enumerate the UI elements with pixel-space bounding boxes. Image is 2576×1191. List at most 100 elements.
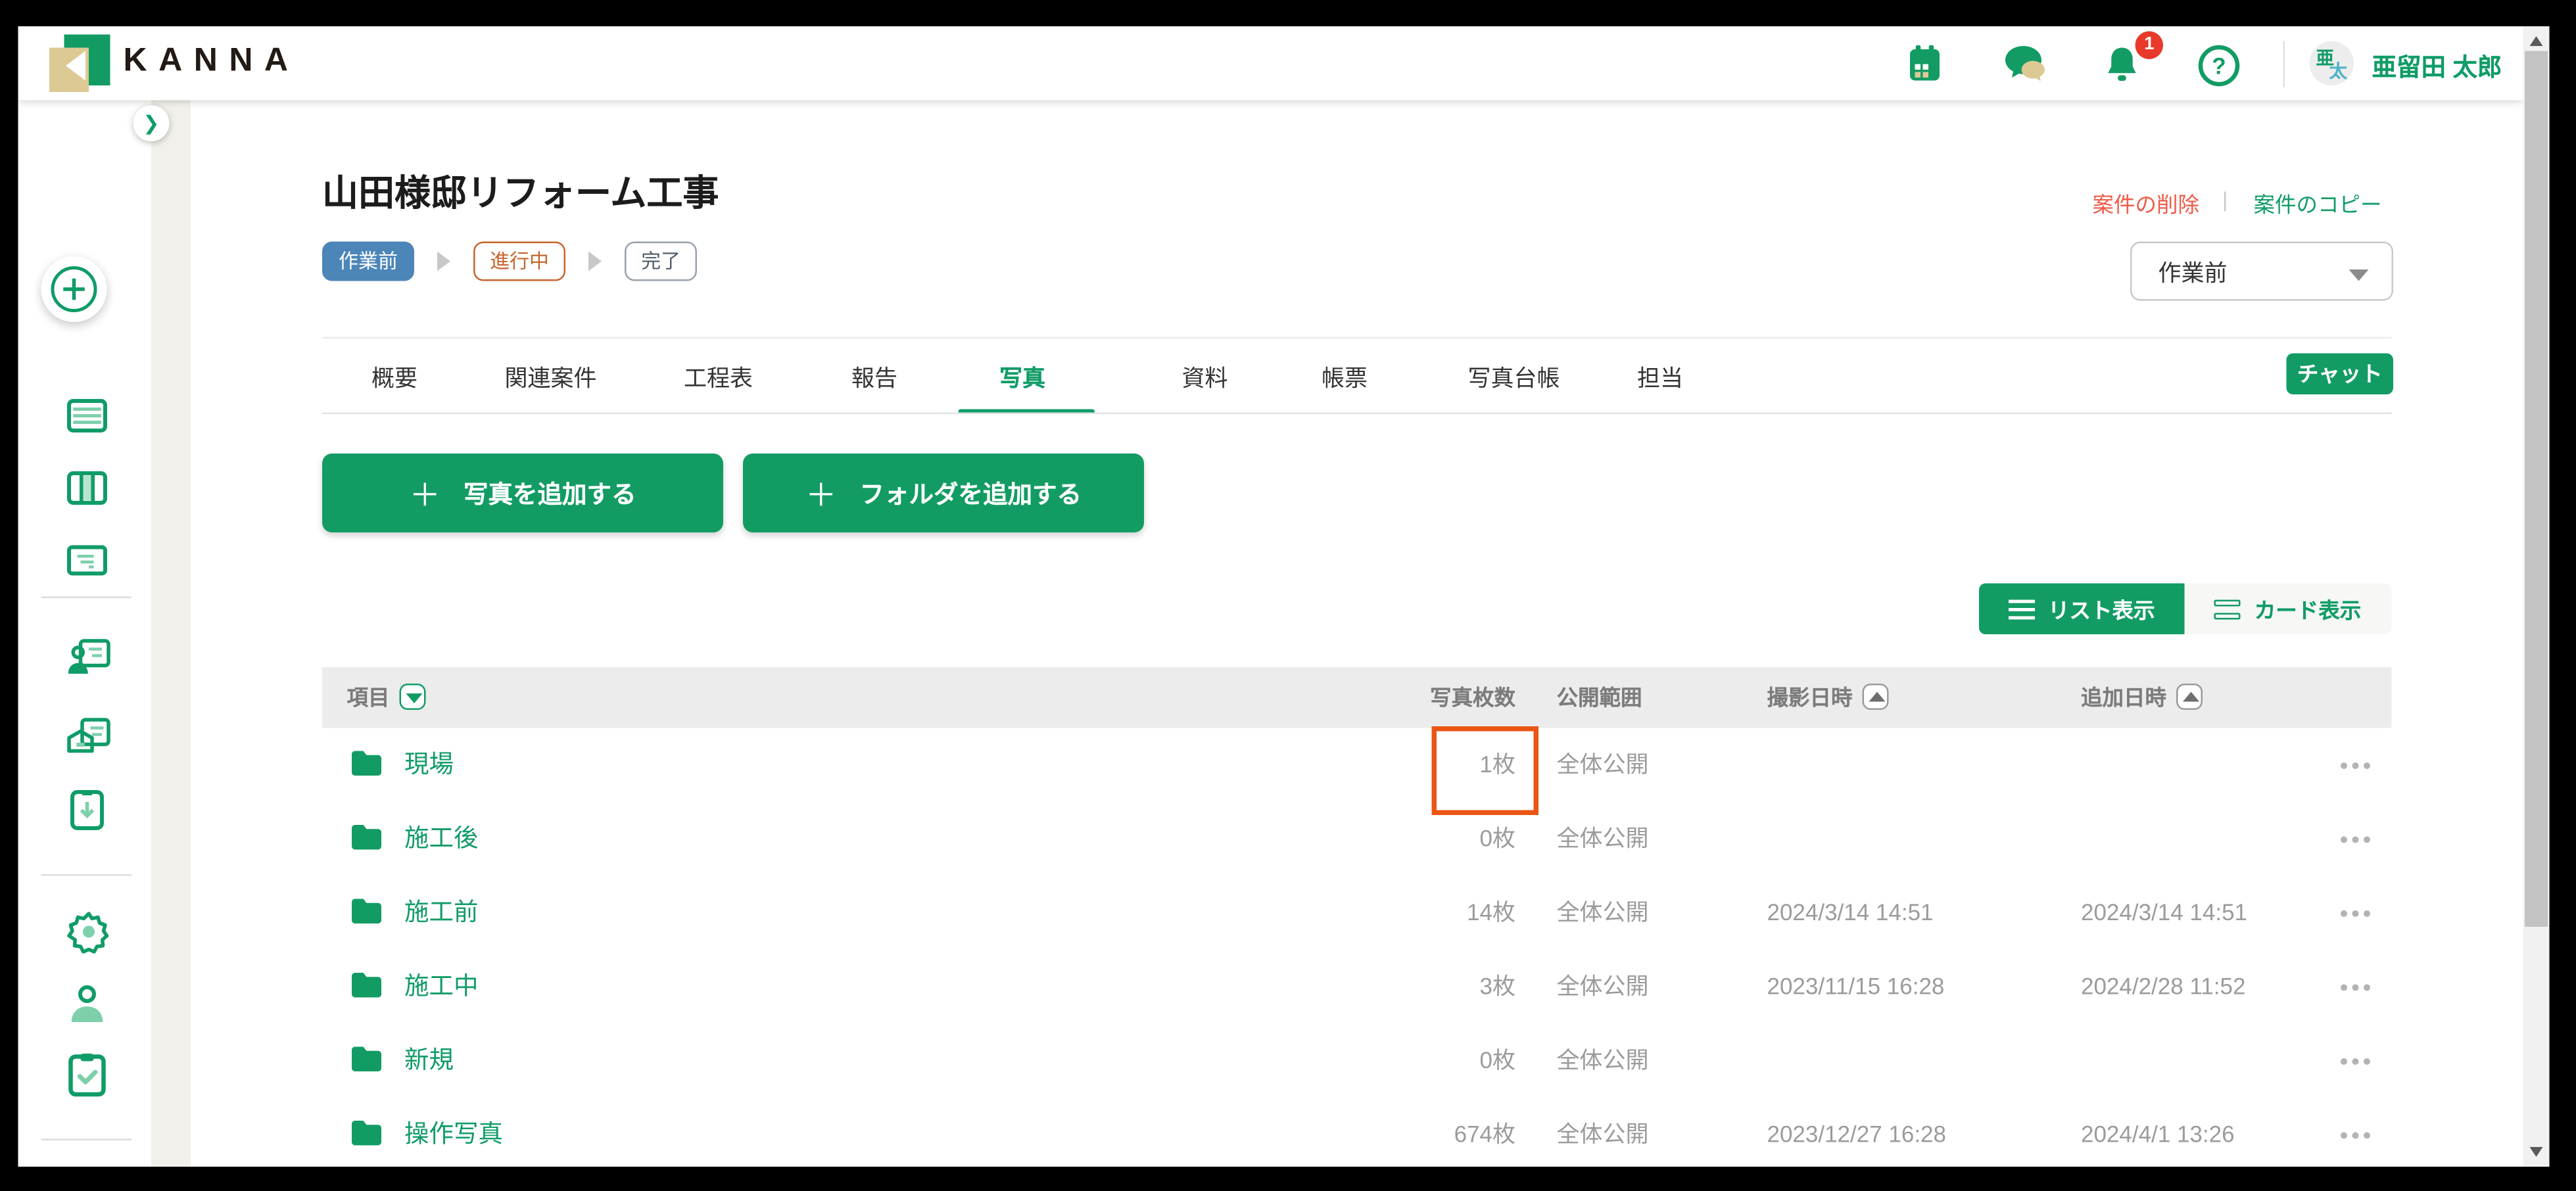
- avatar[interactable]: 亜 太: [2310, 41, 2354, 86]
- photo-count: 3枚: [1480, 950, 1515, 1024]
- sidebar-gutter: [151, 101, 191, 1167]
- chat-icon[interactable]: [2004, 45, 2043, 84]
- vertical-scrollbar[interactable]: [2523, 26, 2550, 1167]
- table-row: 施工中 3枚 全体公開 2023/11/15 16:28 2024/2/28 1…: [322, 950, 2392, 1025]
- folder-name-link[interactable]: 施工前: [404, 876, 479, 950]
- column-header-added-at: 追加日時: [2081, 667, 2166, 728]
- sidebar-item-tasks[interactable]: [66, 1052, 108, 1094]
- folder-name-link[interactable]: 操作写真: [404, 1098, 503, 1167]
- tab-overview[interactable]: 概要: [371, 362, 417, 394]
- status-dropdown[interactable]: 作業前: [2130, 242, 2393, 301]
- scroll-up-arrow-icon[interactable]: [2530, 36, 2543, 46]
- tab-assignees[interactable]: 担当: [1637, 362, 1683, 394]
- photo-count: 0枚: [1480, 1024, 1515, 1098]
- visibility: 全体公開: [1557, 950, 1649, 1024]
- app-window: KANNA: [18, 26, 2550, 1167]
- row-menu-button[interactable]: [2336, 950, 2371, 1024]
- photo-count: 674枚: [1454, 1098, 1515, 1167]
- row-menu-button[interactable]: [2336, 1098, 2371, 1167]
- notification-badge: 1: [2135, 32, 2164, 60]
- status-step-done[interactable]: 完了: [625, 242, 697, 281]
- download-icon: [66, 789, 108, 831]
- plus-icon: ＋: [805, 471, 837, 515]
- sort-button-added-at[interactable]: [2176, 684, 2203, 710]
- sidebar-item-report[interactable]: [66, 539, 108, 582]
- column-header-taken-at: 撮影日時: [1767, 667, 1853, 728]
- sidebar-item-profile[interactable]: [66, 983, 108, 1025]
- tab-reports[interactable]: 報告: [851, 362, 897, 394]
- taken-at: 2024/3/14 14:51: [1767, 876, 1934, 950]
- folder-name-link[interactable]: 新規: [404, 1024, 454, 1098]
- help-icon[interactable]: ?: [2198, 45, 2237, 84]
- status-step-before-work[interactable]: 作業前: [322, 242, 414, 281]
- added-at: 2024/4/1 13:26: [2081, 1098, 2235, 1167]
- tab-schedule[interactable]: 工程表: [684, 362, 753, 394]
- columns-icon: [66, 467, 108, 509]
- sort-desc-icon: [406, 693, 423, 703]
- sidebar-item-settings[interactable]: [66, 909, 108, 952]
- add-photo-button[interactable]: ＋ 写真を追加する: [322, 454, 723, 532]
- copy-case-link[interactable]: 案件のコピー: [2254, 187, 2382, 219]
- chat-button[interactable]: チャット: [2287, 354, 2394, 395]
- sidebar-item-app-download[interactable]: [66, 789, 108, 831]
- kanna-logo-icon[interactable]: [49, 35, 110, 93]
- sidebar: [18, 101, 152, 1167]
- visibility: 全体公開: [1557, 1098, 1649, 1167]
- sidebar-item-board-view[interactable]: [66, 467, 108, 509]
- row-menu-button[interactable]: [2336, 1024, 2371, 1098]
- folder-icon: [350, 749, 383, 778]
- column-header-visibility: 公開範囲: [1557, 667, 1642, 728]
- sidebar-item-partner-companies[interactable]: [66, 716, 108, 759]
- scrollbar-thumb[interactable]: [2525, 51, 2548, 927]
- column-header-photo-count: 写真枚数: [1430, 667, 1515, 728]
- tab-photos[interactable]: 写真: [999, 362, 1045, 394]
- row-menu-button[interactable]: [2336, 876, 2371, 950]
- folder-icon: [350, 1119, 383, 1148]
- list-icon: [66, 394, 108, 437]
- page-title: 山田様邸リフォーム工事: [322, 164, 719, 217]
- tab-forms[interactable]: 帳票: [1322, 362, 1368, 394]
- kanna-logo-text[interactable]: KANNA: [124, 43, 300, 81]
- sort-button-taken-at[interactable]: [1863, 684, 1889, 710]
- add-folder-button[interactable]: ＋ フォルダを追加する: [743, 454, 1144, 532]
- sidebar-divider: [41, 1139, 132, 1141]
- link-separator: |: [2222, 187, 2228, 212]
- card-view-button[interactable]: カード表示: [2185, 584, 2392, 635]
- sort-button-item[interactable]: [400, 684, 426, 710]
- row-menu-button[interactable]: [2336, 802, 2371, 876]
- sidebar-expand-button[interactable]: ❯: [133, 105, 170, 141]
- column-header-item: 項目: [347, 667, 390, 728]
- folder-name-link[interactable]: 現場: [404, 728, 454, 803]
- sidebar-item-customers[interactable]: [66, 638, 108, 680]
- calendar-icon[interactable]: [1905, 45, 1945, 84]
- status-steps: 作業前 進行中 完了: [322, 242, 697, 281]
- visibility: 全体公開: [1557, 876, 1649, 950]
- list-view-icon: [2009, 599, 2035, 619]
- user-name[interactable]: 亜留田 太郎: [2372, 49, 2502, 84]
- sidebar-item-case-list[interactable]: [66, 394, 108, 437]
- row-menu-button[interactable]: [2336, 728, 2371, 803]
- folder-name-link[interactable]: 施工後: [404, 802, 479, 876]
- scroll-down-arrow-icon[interactable]: [2530, 1147, 2543, 1157]
- screen: KANNA: [0, 0, 2576, 1191]
- folder-icon: [350, 1045, 383, 1073]
- visibility: 全体公開: [1557, 728, 1649, 803]
- folder-icon: [350, 971, 383, 1000]
- tab-photo-ledger[interactable]: 写真台帳: [1468, 362, 1560, 394]
- customer-card-icon: [66, 638, 112, 680]
- visibility: 全体公開: [1557, 802, 1649, 876]
- card-view-icon: [2215, 599, 2241, 619]
- sort-asc-icon: [2183, 692, 2199, 702]
- delete-case-link[interactable]: 案件の削除: [2093, 187, 2200, 219]
- tabbar-top-border: [322, 337, 2392, 339]
- user-icon: [66, 983, 108, 1025]
- tabbar-bottom-border: [322, 413, 2392, 415]
- tab-related-cases[interactable]: 関連案件: [505, 362, 597, 394]
- tab-documents[interactable]: 資料: [1182, 362, 1228, 394]
- arrow-right-icon: [588, 252, 602, 271]
- table-row: 施工後 0枚 全体公開: [322, 802, 2392, 877]
- add-case-button[interactable]: [41, 256, 107, 322]
- folder-name-link[interactable]: 施工中: [404, 950, 479, 1024]
- status-step-in-progress[interactable]: 進行中: [473, 242, 565, 281]
- list-view-button[interactable]: リスト表示: [1979, 584, 2185, 635]
